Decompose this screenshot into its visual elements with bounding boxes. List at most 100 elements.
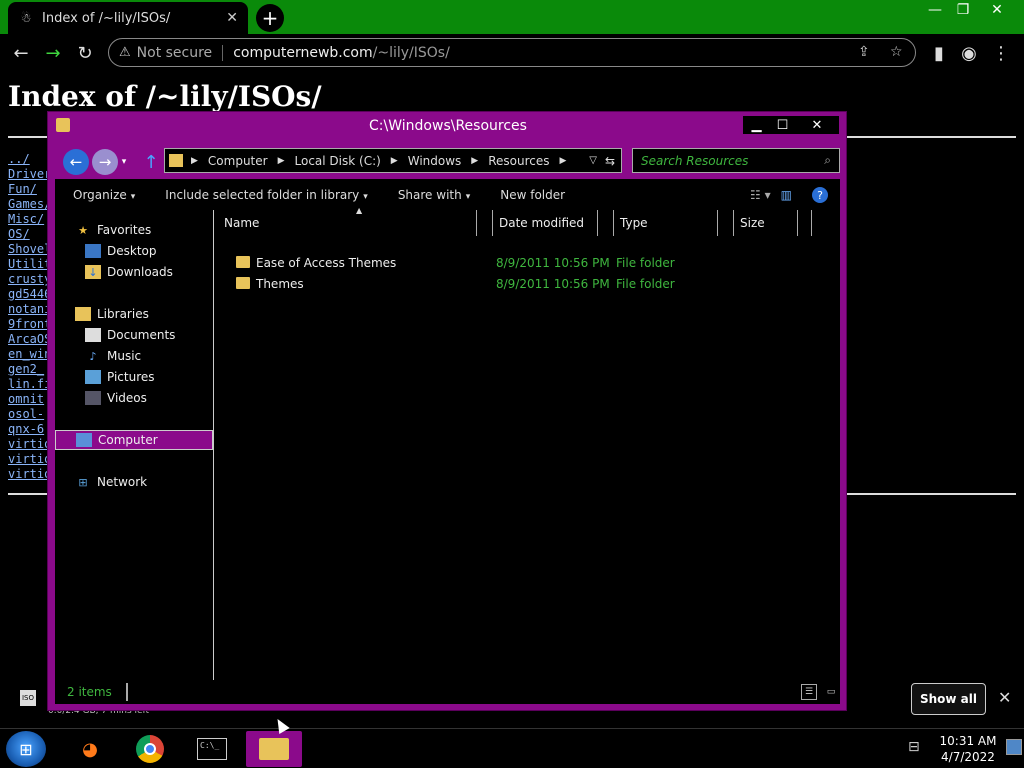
forward-button[interactable]: → bbox=[92, 149, 118, 175]
directory-link[interactable]: lin.fi bbox=[8, 377, 48, 392]
iso-file-icon[interactable]: ISO bbox=[20, 690, 36, 706]
directory-link[interactable]: Utilit bbox=[8, 257, 48, 272]
directory-link[interactable]: OS/ bbox=[8, 227, 48, 242]
network-tray-icon[interactable]: ⊟ bbox=[908, 739, 920, 755]
browser-close-button[interactable]: ✕ bbox=[982, 0, 1012, 20]
column-date-modified[interactable]: Date modified bbox=[493, 210, 598, 236]
search-input[interactable]: Search Resources ⌕ bbox=[632, 148, 840, 173]
bookmark-star-icon[interactable]: ☆ bbox=[890, 44, 903, 60]
directory-link[interactable]: gen2_ bbox=[8, 362, 48, 377]
file-explorer-icon[interactable] bbox=[246, 731, 302, 767]
show-desktop-button[interactable] bbox=[1006, 739, 1022, 755]
system-clock[interactable]: 10:31 AM 4/7/2022 bbox=[934, 733, 1002, 765]
breadcrumb-arrow-icon[interactable]: ▶ bbox=[391, 156, 398, 166]
directory-link[interactable]: ../ bbox=[8, 152, 48, 167]
menu-kebab-icon[interactable]: ⋮ bbox=[988, 41, 1014, 65]
column-divider[interactable] bbox=[798, 210, 812, 236]
nav-network[interactable]: ⊞ Network bbox=[55, 472, 213, 492]
directory-link[interactable]: Drivers/ bbox=[8, 167, 48, 182]
show-all-downloads-button[interactable]: Show all bbox=[911, 683, 986, 715]
new-tab-button[interactable]: + bbox=[256, 4, 284, 32]
breadcrumb-arrow-icon[interactable]: ▶ bbox=[560, 156, 567, 166]
back-button[interactable]: ← bbox=[63, 149, 89, 175]
file-row[interactable]: Ease of Access Themes 8/9/2011 10:56 PM … bbox=[218, 253, 818, 273]
directory-link[interactable]: osol- bbox=[8, 407, 48, 422]
directory-link[interactable]: notani bbox=[8, 302, 48, 317]
breadcrumb-computer[interactable]: Computer bbox=[208, 154, 268, 168]
column-name[interactable]: Name bbox=[218, 210, 477, 236]
sidepanel-icon[interactable]: ▮ bbox=[926, 41, 952, 65]
tab-close-icon[interactable]: ✕ bbox=[226, 10, 238, 26]
share-icon[interactable]: ⇪ bbox=[858, 44, 870, 60]
command-prompt-icon[interactable]: C:\_ bbox=[184, 731, 240, 767]
address-dropdown-icon[interactable]: ▽ bbox=[589, 155, 597, 166]
download-bar-close-icon[interactable]: ✕ bbox=[998, 688, 1011, 707]
explorer-address-bar[interactable]: ▶ Computer ▶ Local Disk (C:) ▶ Windows ▶… bbox=[164, 148, 622, 173]
firefox-icon[interactable]: ◕ bbox=[62, 731, 118, 767]
nav-libraries[interactable]: Libraries bbox=[55, 304, 213, 324]
clock-time: 10:31 AM bbox=[939, 734, 997, 748]
share-with-button[interactable]: Share with ▾ bbox=[398, 188, 470, 202]
profile-avatar-icon[interactable]: ◉ bbox=[956, 41, 982, 65]
browser-restore-button[interactable]: ❐ bbox=[948, 0, 978, 20]
breadcrumb-arrow-icon[interactable]: ▶ bbox=[471, 156, 478, 166]
explorer-minimize-button[interactable]: ▁ bbox=[743, 116, 770, 134]
preview-pane-icon[interactable]: ▥ bbox=[781, 188, 792, 202]
directory-link[interactable]: qnx-6 bbox=[8, 422, 48, 437]
column-divider[interactable] bbox=[718, 210, 734, 236]
directory-link[interactable]: virtio bbox=[8, 452, 48, 467]
details-view-icon[interactable]: ☰ bbox=[801, 684, 817, 700]
nav-downloads[interactable]: ↓ Downloads bbox=[55, 262, 213, 282]
directory-link[interactable]: Misc/ bbox=[8, 212, 48, 227]
directory-link[interactable]: crusty bbox=[8, 272, 48, 287]
breadcrumb-local-disk[interactable]: Local Disk (C:) bbox=[295, 154, 381, 168]
refresh-icon[interactable]: ⇆ bbox=[605, 154, 615, 168]
include-in-library-button[interactable]: Include selected folder in library ▾ bbox=[165, 188, 368, 202]
nav-favorites[interactable]: ★ Favorites bbox=[55, 220, 213, 240]
file-row[interactable]: Themes 8/9/2011 10:56 PM File folder bbox=[218, 274, 818, 294]
not-secure-label: Not secure bbox=[136, 44, 213, 61]
column-size[interactable]: Size bbox=[734, 210, 798, 236]
up-arrow-icon[interactable]: ↑ bbox=[138, 149, 164, 175]
directory-link[interactable]: Games/ bbox=[8, 197, 48, 212]
new-folder-button[interactable]: New folder bbox=[500, 188, 565, 202]
view-options-icon[interactable]: ☷ ▾ bbox=[750, 188, 771, 202]
directory-link[interactable]: ArcaOS bbox=[8, 332, 48, 347]
browser-tab[interactable]: ☃ Index of /~lily/ISOs/ ✕ bbox=[8, 2, 248, 34]
directory-link[interactable]: virtio bbox=[8, 437, 48, 452]
explorer-maximize-button[interactable]: ☐ bbox=[770, 116, 795, 134]
help-icon[interactable]: ? bbox=[812, 187, 828, 203]
explorer-close-button[interactable]: ✕ bbox=[795, 116, 839, 134]
directory-link[interactable]: en_win bbox=[8, 347, 48, 362]
breadcrumb-windows[interactable]: Windows bbox=[408, 154, 462, 168]
search-icon[interactable]: ⌕ bbox=[824, 153, 831, 168]
nav-pictures[interactable]: Pictures bbox=[55, 367, 213, 387]
nav-desktop[interactable]: Desktop bbox=[55, 241, 213, 261]
directory-link[interactable]: Fun/ bbox=[8, 182, 48, 197]
start-button-windows-icon[interactable]: ⊞ bbox=[6, 731, 46, 767]
nav-computer[interactable]: Computer bbox=[55, 430, 213, 450]
directory-link[interactable]: virtio bbox=[8, 467, 48, 482]
chrome-icon[interactable] bbox=[122, 731, 178, 767]
large-icons-view-icon[interactable]: ▭ bbox=[823, 684, 839, 700]
column-divider[interactable] bbox=[598, 210, 614, 236]
breadcrumb-arrow-icon[interactable]: ▶ bbox=[191, 156, 198, 166]
column-divider[interactable] bbox=[477, 210, 493, 236]
reload-icon[interactable]: ↻ bbox=[72, 41, 98, 65]
breadcrumb-resources[interactable]: Resources bbox=[488, 154, 549, 168]
address-bar[interactable]: ⚠ Not secure computernewb.com/~lily/ISOs… bbox=[108, 38, 916, 67]
forward-arrow-icon[interactable]: → bbox=[40, 41, 66, 65]
directory-link[interactable]: gd5446 bbox=[8, 287, 48, 302]
nav-videos[interactable]: Videos bbox=[55, 388, 213, 408]
column-type[interactable]: Type bbox=[614, 210, 718, 236]
nav-music[interactable]: ♪ Music bbox=[55, 346, 213, 366]
back-arrow-icon[interactable]: ← bbox=[8, 41, 34, 65]
recent-pages-chevron-icon[interactable]: ▾ bbox=[118, 149, 130, 175]
directory-link[interactable]: Shovel bbox=[8, 242, 48, 257]
nav-documents[interactable]: Documents bbox=[55, 325, 213, 345]
browser-minimize-button[interactable]: — bbox=[920, 0, 950, 20]
directory-link[interactable]: 9front bbox=[8, 317, 48, 332]
organize-button[interactable]: Organize ▾ bbox=[73, 188, 135, 202]
breadcrumb-arrow-icon[interactable]: ▶ bbox=[278, 156, 285, 166]
directory-link[interactable]: omnit bbox=[8, 392, 48, 407]
